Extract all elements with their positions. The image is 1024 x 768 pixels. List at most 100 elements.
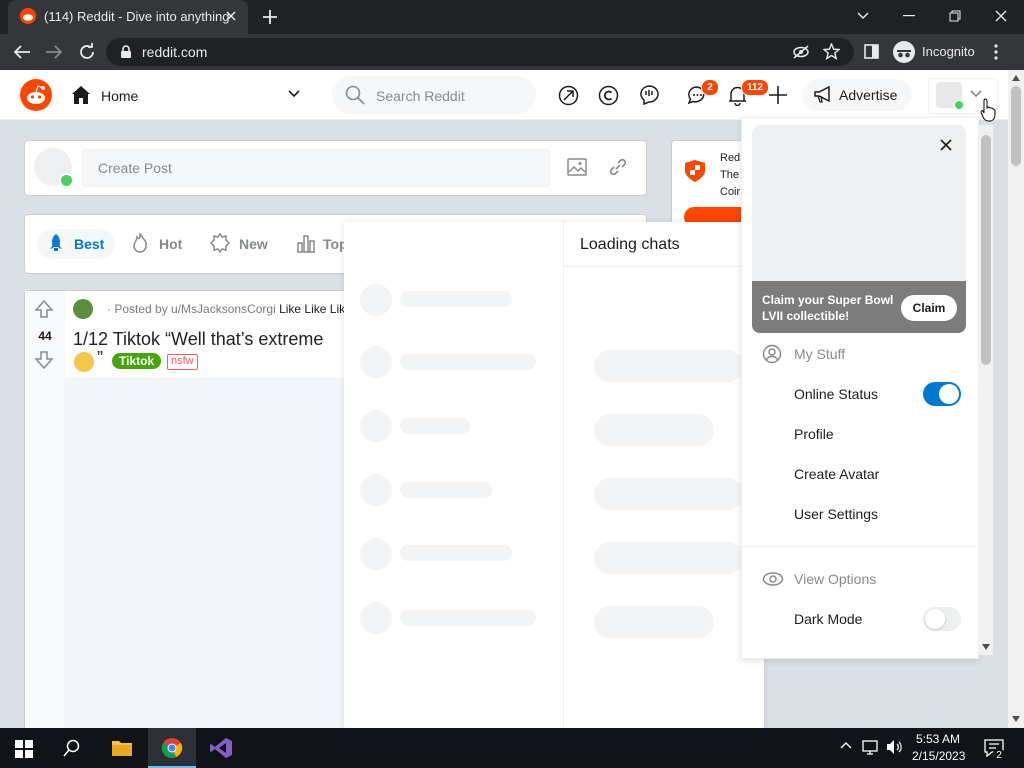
flame-icon [131, 233, 149, 253]
create-post-placeholder: Create Post [98, 160, 172, 176]
online-dot [954, 100, 964, 110]
chrome-icon [161, 737, 183, 759]
side-panel-icon[interactable] [864, 44, 879, 59]
chat-title: Loading chats [580, 236, 680, 253]
grin-sweat-emoji-icon [74, 352, 94, 372]
link-icon[interactable] [608, 157, 628, 177]
collectible-text: Claim your Super Bowl LVII collectible! [762, 293, 894, 323]
chat-messages-skeleton [564, 340, 744, 650]
posted-by[interactable]: · Posted by u/MsJacksonsCorgi [107, 302, 276, 316]
close-window-icon[interactable] [978, 0, 1024, 32]
restore-icon[interactable] [932, 0, 978, 32]
minimize-icon[interactable] [886, 0, 932, 32]
clock-date[interactable]: 2/15/2023 [912, 749, 965, 763]
forward-icon[interactable] [45, 44, 63, 60]
profile-item[interactable]: Profile [794, 426, 834, 442]
popular-icon[interactable] [558, 85, 579, 106]
talk-icon[interactable] [638, 84, 660, 106]
close-icon[interactable] [936, 135, 956, 155]
incognito-label[interactable]: Incognito [922, 44, 975, 59]
address-bar[interactable] [106, 38, 854, 66]
downvote-icon[interactable] [34, 350, 54, 370]
nsfw-tag: nsfw [167, 354, 198, 370]
clock-time[interactable]: 5:53 AM [916, 732, 960, 746]
advertise-label: Advertise [839, 87, 898, 103]
online-status-toggle[interactable] [923, 382, 961, 406]
upvote-icon[interactable] [34, 299, 54, 319]
post-title-end: ” [97, 348, 103, 368]
close-tab-icon[interactable] [224, 9, 238, 23]
lock-icon[interactable] [120, 45, 132, 59]
reddit-logo-icon[interactable] [20, 79, 52, 111]
subreddit-icon[interactable] [73, 299, 93, 319]
hand-cursor-icon [979, 98, 997, 122]
menu-divider [742, 546, 976, 547]
incognito-icon[interactable] [893, 41, 915, 63]
url-text[interactable]: reddit.com [142, 44, 207, 60]
claim-button[interactable]: Claim [901, 295, 957, 321]
file-explorer-icon[interactable] [111, 738, 133, 758]
create-post-plus-icon[interactable] [768, 85, 788, 105]
premium-text: Red The Coir [720, 150, 740, 201]
page-scroll-down-icon[interactable] [1011, 715, 1021, 723]
post-flair[interactable]: Tiktok [112, 353, 162, 369]
dark-mode-item[interactable]: Dark Mode [794, 611, 862, 627]
page-scroll-up-icon[interactable] [1011, 74, 1021, 82]
my-stuff-heading: My Stuff [794, 346, 846, 362]
new-tab-icon[interactable] [261, 8, 279, 26]
post-meta: · Posted by u/MsJacksonsCorgi Like Like … [107, 302, 352, 316]
notification-count: 2 [992, 749, 1006, 763]
browser-menu-icon[interactable] [994, 44, 998, 60]
notifications-badge: 112 [741, 79, 769, 96]
show-hidden-icons-chevron-icon[interactable] [840, 741, 852, 749]
tracking-blocked-eye-icon[interactable] [792, 44, 810, 60]
home-feed-label[interactable]: Home [101, 88, 138, 104]
search-icon [345, 85, 365, 105]
online-indicator [59, 173, 74, 188]
post-awards-text: Like Like Like [279, 302, 352, 316]
user-settings-item[interactable]: User Settings [794, 506, 878, 522]
image-upload-icon[interactable] [567, 157, 587, 177]
post-title[interactable]: 1/12 Tiktok “Well that’s extreme [73, 329, 323, 350]
tab-best[interactable]: Best [74, 236, 104, 252]
feed-selector-chevron-icon[interactable] [288, 90, 300, 98]
bookmark-star-icon[interactable] [823, 43, 840, 60]
back-icon[interactable] [13, 44, 31, 60]
rocket-icon [46, 233, 66, 253]
premium-line-2: The [720, 169, 739, 181]
chat-list-skeleton [344, 280, 563, 640]
premium-line-1: Red [720, 152, 741, 164]
taskbar-search-icon[interactable] [63, 739, 81, 757]
megaphone-icon [813, 86, 833, 104]
home-icon[interactable] [71, 85, 91, 105]
dark-mode-toggle[interactable] [923, 607, 961, 631]
user-menu-chevron-icon[interactable] [970, 90, 982, 98]
tab-search-chevron-icon[interactable] [840, 0, 886, 32]
network-icon[interactable] [862, 739, 880, 755]
volume-icon[interactable] [886, 739, 904, 755]
tab-title: (114) Reddit - Dive into anything [44, 9, 230, 24]
new-sparkle-icon [210, 233, 230, 253]
windows-start-icon[interactable] [15, 740, 33, 758]
tab-hot[interactable]: Hot [159, 236, 182, 252]
chat-badge: 2 [701, 79, 719, 96]
reload-icon[interactable] [78, 43, 96, 61]
premium-line-3: Coir [720, 186, 741, 198]
page-scrollbar[interactable] [1008, 70, 1024, 728]
view-options-heading: View Options [794, 571, 877, 587]
top-chart-icon [296, 233, 316, 253]
user-icon [762, 344, 782, 364]
dropdown-scroll-down-icon[interactable] [981, 643, 991, 651]
visual-studio-icon[interactable] [209, 737, 233, 759]
online-status-item[interactable]: Online Status [794, 386, 878, 402]
search-placeholder: Search Reddit [376, 88, 465, 104]
view-options-eye-icon [762, 569, 784, 589]
coins-icon[interactable] [598, 85, 619, 106]
dropdown-scrollbar[interactable] [979, 125, 993, 655]
chat-header-divider [564, 266, 764, 267]
create-avatar-item[interactable]: Create Avatar [794, 466, 879, 482]
tab-new[interactable]: New [239, 236, 268, 252]
premium-shield-icon [683, 159, 707, 183]
vote-count: 44 [38, 329, 52, 343]
reddit-favicon-icon [20, 8, 36, 24]
